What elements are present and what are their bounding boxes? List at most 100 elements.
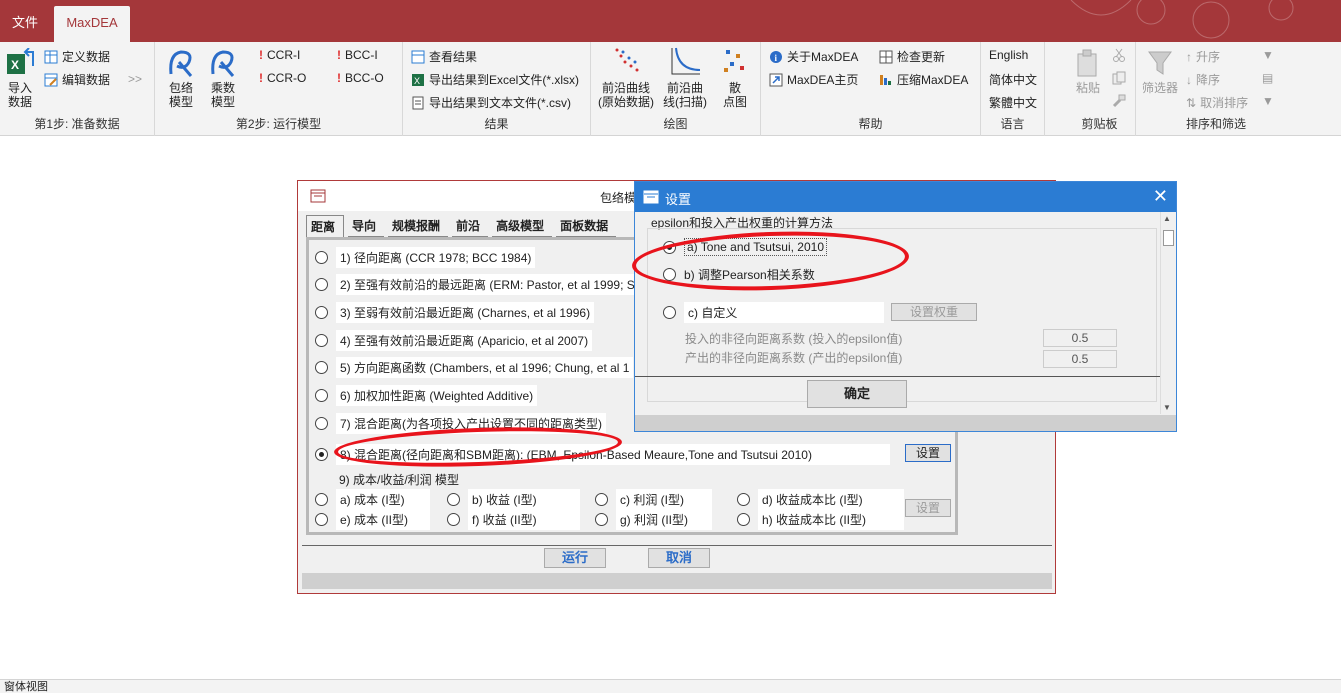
cost-option-g[interactable]: g) 利润 (II型) bbox=[595, 509, 712, 530]
settings-scrollbar[interactable]: ▲ ▼ bbox=[1160, 212, 1176, 414]
radio-button[interactable] bbox=[315, 417, 328, 430]
view-results-button[interactable]: 查看结果 bbox=[411, 48, 477, 65]
define-data-button[interactable]: 定义数据 bbox=[44, 48, 110, 65]
lang-english[interactable]: English bbox=[989, 48, 1028, 62]
settings-title: 设置 bbox=[665, 192, 692, 207]
exclamation-icon: ! bbox=[259, 71, 263, 85]
copy-icon[interactable] bbox=[1112, 71, 1126, 85]
distance-option-1[interactable]: 1) 径向距离 (CCR 1978; BCC 1984) bbox=[315, 247, 536, 268]
radio-button-selected[interactable] bbox=[663, 240, 676, 254]
clear-sort-button[interactable]: ⇅ 取消排序 bbox=[1186, 94, 1248, 111]
tab-returns-to-scale[interactable]: 规模报酬 bbox=[388, 215, 449, 237]
cost-option-c[interactable]: c) 利润 (I型) bbox=[595, 489, 712, 510]
bcc-i-button[interactable]: ! BCC-I bbox=[337, 48, 378, 62]
distance-option-8[interactable]: 8) 混合距离(径向距离和SBM距离): (EBM, Epsilon-Based… bbox=[315, 444, 890, 465]
radio-button[interactable] bbox=[595, 513, 608, 526]
about-button[interactable]: i 关于MaxDEA bbox=[769, 48, 858, 65]
radio-button[interactable] bbox=[315, 306, 328, 319]
cancel-button[interactable]: 取消 bbox=[648, 548, 710, 568]
radio-button[interactable] bbox=[737, 493, 750, 506]
lang-traditional[interactable]: 繁體中文 bbox=[989, 94, 1037, 111]
form-icon bbox=[643, 190, 659, 204]
scroll-thumb[interactable] bbox=[1163, 230, 1174, 246]
radio-button[interactable] bbox=[447, 513, 460, 526]
format-painter-icon[interactable] bbox=[1112, 94, 1126, 108]
compress-icon bbox=[880, 74, 891, 85]
ebm-settings-button[interactable]: 设置 bbox=[905, 444, 951, 462]
tab-frontier[interactable]: 前沿 bbox=[452, 215, 489, 237]
radio-button[interactable] bbox=[315, 334, 328, 347]
run-button[interactable]: 运行 bbox=[544, 548, 606, 568]
link-icon bbox=[769, 73, 783, 86]
radio-button[interactable] bbox=[315, 361, 328, 374]
export-excel-button[interactable]: X 导出结果到Excel文件(*.xlsx) bbox=[411, 71, 579, 88]
radio-button[interactable] bbox=[447, 493, 460, 506]
filter-button[interactable]: 筛选器 bbox=[1140, 48, 1180, 95]
tab-distance[interactable]: 距离 bbox=[306, 215, 345, 237]
tab-orientation[interactable]: 导向 bbox=[348, 215, 385, 237]
scroll-down-icon[interactable]: ▼ bbox=[1163, 403, 1171, 412]
cost-option-f[interactable]: f) 收益 (II型) bbox=[447, 509, 580, 530]
cost-option-e[interactable]: e) 成本 (II型) bbox=[315, 509, 430, 530]
radio-button[interactable] bbox=[315, 278, 328, 291]
compress-button[interactable]: 压缩MaxDEA bbox=[879, 71, 968, 88]
method-option-c[interactable]: c) 自定义 bbox=[663, 302, 884, 323]
ribbon: X 导入 数据 定义数据 编辑数据 >> 第1步: 准备数据 包络 模型 乘数 … bbox=[0, 42, 1341, 136]
paste-button[interactable]: 粘贴 bbox=[1070, 48, 1106, 95]
distance-option-6[interactable]: 6) 加权加性距离 (Weighted Additive) bbox=[315, 385, 538, 406]
radio-button-selected[interactable] bbox=[315, 448, 328, 461]
input-epsilon-field[interactable]: 0.5 bbox=[1043, 329, 1117, 347]
homepage-button[interactable]: MaxDEA主页 bbox=[769, 71, 858, 88]
method-option-a[interactable]: a) Tone and Tsutsui, 2010 bbox=[663, 238, 827, 256]
frontier-scan-button[interactable]: 前沿曲 线(扫描) bbox=[659, 46, 711, 109]
radio-button[interactable] bbox=[315, 493, 328, 506]
radio-button[interactable] bbox=[315, 389, 328, 402]
distance-option-3[interactable]: 3) 至弱有效前沿最近距离 (Charnes, et al 1996) bbox=[315, 302, 595, 323]
scroll-up-icon[interactable]: ▲ bbox=[1163, 214, 1171, 223]
cost-settings-button[interactable]: 设置 bbox=[905, 499, 951, 517]
export-text-button[interactable]: 导出结果到文本文件(*.csv) bbox=[411, 94, 571, 111]
radio-button[interactable] bbox=[663, 268, 676, 281]
cost-option-d[interactable]: d) 收益成本比 (I型) bbox=[737, 489, 904, 510]
lang-simplified[interactable]: 简体中文 bbox=[989, 71, 1037, 88]
cut-icon[interactable] bbox=[1112, 48, 1126, 62]
cost-option-h[interactable]: h) 收益成本比 (II型) bbox=[737, 509, 904, 530]
bcc-o-button[interactable]: ! BCC-O bbox=[337, 71, 384, 85]
sort-desc-button[interactable]: ↓ 降序 bbox=[1186, 71, 1220, 88]
advanced-filter-button[interactable]: ▤ bbox=[1262, 71, 1273, 85]
radio-button[interactable] bbox=[315, 251, 328, 264]
check-update-button[interactable]: 检查更新 bbox=[879, 48, 945, 65]
method-option-b[interactable]: b) 调整Pearson相关系数 bbox=[663, 266, 815, 283]
close-icon[interactable]: ✕ bbox=[1153, 186, 1168, 207]
toggle-filter-button[interactable]: ▼ bbox=[1262, 94, 1274, 108]
import-data-button[interactable]: X 导入 数据 bbox=[4, 47, 36, 109]
distance-option-7[interactable]: 7) 混合距离(为各项投入产出设置不同的距离类型) bbox=[315, 413, 606, 434]
tab-advanced-model[interactable]: 高级模型 bbox=[492, 215, 553, 237]
scatter-plot-button[interactable]: 散 点图 bbox=[717, 46, 753, 109]
set-weights-button[interactable]: 设置权重 bbox=[891, 303, 977, 321]
option-label: c) 利润 (I型) bbox=[616, 489, 712, 510]
next-step-arrow[interactable]: >> bbox=[128, 72, 142, 86]
radio-button[interactable] bbox=[315, 513, 328, 526]
cost-option-b[interactable]: b) 收益 (I型) bbox=[447, 489, 580, 510]
multiplier-model-button[interactable]: 乘数 模型 bbox=[205, 48, 241, 109]
radio-button[interactable] bbox=[595, 493, 608, 506]
frontier-raw-button[interactable]: 前沿曲线 (原始数据) bbox=[595, 46, 657, 109]
selection-filter-button[interactable]: ▼ bbox=[1262, 48, 1274, 62]
distance-option-2[interactable]: 2) 至强有效前沿的最远距离 (ERM: Pastor, et al 1999;… bbox=[315, 274, 639, 295]
output-epsilon-field[interactable]: 0.5 bbox=[1043, 350, 1117, 368]
tab-file[interactable]: 文件 bbox=[0, 6, 50, 42]
distance-option-5[interactable]: 5) 方向距离函数 (Chambers, et al 1996; Chung, … bbox=[315, 357, 634, 378]
envelope-model-button[interactable]: 包络 模型 bbox=[163, 48, 199, 109]
sort-asc-button[interactable]: ↑ 升序 bbox=[1186, 48, 1220, 65]
cost-option-a[interactable]: a) 成本 (I型) bbox=[315, 489, 430, 510]
edit-data-button[interactable]: 编辑数据 bbox=[44, 71, 110, 88]
radio-button[interactable] bbox=[737, 513, 750, 526]
distance-option-4[interactable]: 4) 至强有效前沿最近距离 (Aparicio, et al 2007) bbox=[315, 330, 593, 351]
radio-button[interactable] bbox=[663, 306, 676, 319]
tab-panel-data[interactable]: 面板数据 bbox=[556, 215, 617, 237]
tab-maxdea[interactable]: MaxDEA bbox=[54, 6, 130, 42]
ccr-o-button[interactable]: ! CCR-O bbox=[259, 71, 306, 85]
ok-button[interactable]: 确定 bbox=[807, 380, 907, 408]
ccr-i-button[interactable]: ! CCR-I bbox=[259, 48, 300, 62]
